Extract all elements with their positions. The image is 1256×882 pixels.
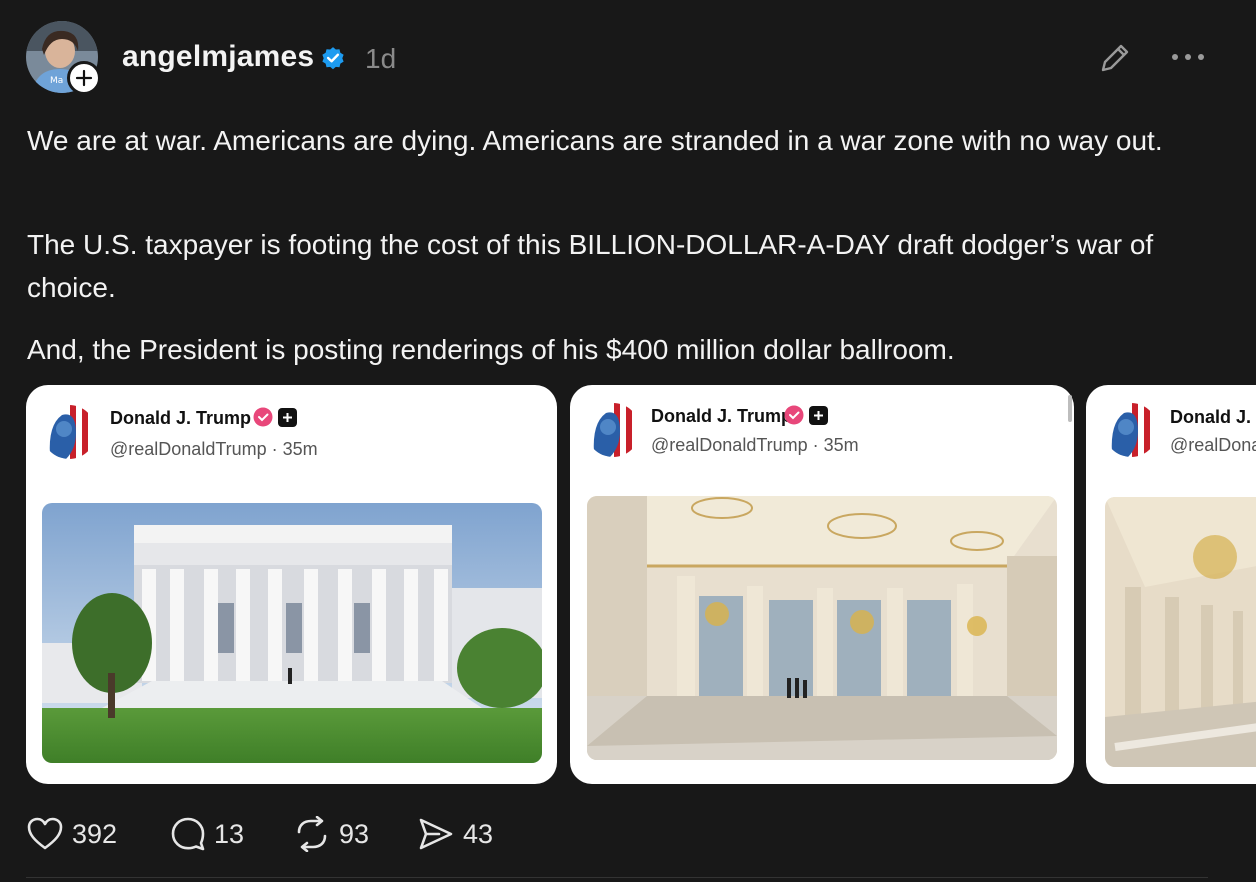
send-icon — [419, 818, 453, 850]
pencil-icon[interactable] — [1097, 40, 1133, 76]
card-author-name: Donald J. T — [1170, 407, 1256, 427]
username[interactable]: angelmjames — [122, 40, 314, 74]
like-count: 392 — [72, 818, 118, 849]
post-paragraph: The U.S. taxpayer is footing the cost of… — [27, 229, 1154, 303]
card-handle: @realDonaldTrump · 35m — [110, 439, 318, 459]
plus-icon — [75, 69, 93, 87]
ballroom-interior-image[interactable] — [1105, 497, 1256, 767]
card-author-name: Donald J. Trump — [651, 406, 793, 426]
share-count: 43 — [463, 818, 494, 849]
reply-button[interactable]: 13 — [170, 814, 244, 854]
plus-icon — [809, 406, 828, 425]
card-avatar — [1104, 403, 1158, 457]
verified-badge-icon — [322, 47, 344, 70]
card-handle: @realDona — [1170, 435, 1256, 455]
post-paragraph: And, the President is posting renderings… — [27, 334, 955, 365]
repost-icon — [297, 816, 327, 852]
reply-count: 13 — [214, 818, 245, 849]
verified-badge-icon — [253, 407, 273, 427]
card-avatar — [42, 405, 96, 459]
like-button[interactable]: 392 — [26, 814, 117, 854]
heart-icon — [27, 817, 63, 850]
ballroom-interior-image[interactable] — [587, 496, 1057, 760]
follow-button[interactable] — [67, 61, 101, 95]
card-avatar — [586, 403, 640, 457]
ballroom-exterior-image[interactable] — [42, 503, 542, 763]
card-handle: @realDonaldTrump · 35m — [651, 435, 859, 455]
post-timestamp: 1d — [365, 43, 397, 74]
plus-icon — [278, 408, 297, 427]
scrollbar[interactable] — [1068, 395, 1072, 422]
embedded-post-card[interactable]: Donald J. T @realDona — [1086, 385, 1256, 784]
card-author-name: Donald J. Trump — [110, 408, 252, 428]
verified-badge-icon — [784, 405, 804, 425]
more-dots-icon[interactable] — [1168, 44, 1208, 70]
share-button[interactable]: 43 — [417, 814, 493, 854]
repost-count: 93 — [339, 818, 370, 849]
embedded-post-card[interactable]: Donald J. Trump @realDonaldTrump · 35m — [26, 385, 557, 784]
divider — [26, 877, 1208, 878]
post-paragraph: We are at war. Americans are dying. Amer… — [27, 125, 1163, 156]
repost-button[interactable]: 93 — [293, 814, 369, 854]
embedded-post-card[interactable]: Donald J. Trump @realDonaldTrump · 35m — [570, 385, 1074, 784]
svg-text:Ma: Ma — [50, 76, 63, 86]
comment-icon — [171, 817, 205, 851]
